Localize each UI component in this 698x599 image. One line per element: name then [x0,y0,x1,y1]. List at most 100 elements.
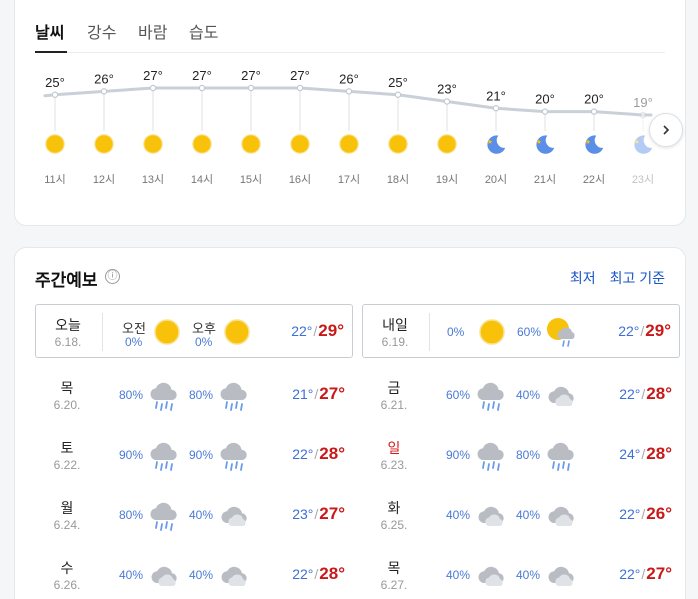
weekly-forecast-card: 주간예보 ⓘ 최저 최고 기준 오늘 6.18. 오전 0% 오후 0% 22°/29° 내일… [14,247,686,599]
low-temperature: 22° [619,386,641,402]
day-date: 6.20. [53,398,81,412]
sun-icon [143,134,163,154]
pm-rain-chance: 90% [189,448,214,462]
day-forecast-9[interactable]: 목 6.27. 40% 40% 22°/27° [362,548,680,599]
cloud-icon [474,558,508,592]
sort-high-link[interactable]: 최고 기준 [610,270,665,286]
low-temperature: 22° [619,506,641,522]
sort-links: 최저 최고 기준 [560,268,665,288]
rain-icon [217,438,251,472]
sun-icon [220,315,254,349]
next-hours-button[interactable] [649,113,683,147]
temperature-point [345,88,353,95]
info-icon[interactable]: ⓘ [105,269,120,284]
high-temperature: 27° [319,384,345,403]
day-forecast-5[interactable]: 일 6.23. 90% 80% 24°/28° [362,428,680,482]
tab-precipitation[interactable]: 강수 [87,19,116,43]
hourly-temperature-label: 26° [339,71,359,86]
hourly-time-label: 18시 [387,174,409,186]
rain-icon [147,438,181,472]
high-temperature: 28° [646,384,672,403]
day-date: 6.25. [380,518,408,532]
day-date: 6.19. [381,335,409,349]
day-forecast-4[interactable]: 토 6.22. 90% 90% 22°/28° [35,428,353,482]
temperature-separator: / [641,386,646,402]
hourly-time-label: 22시 [583,174,605,186]
temperature-range: 23°/27° [292,504,345,524]
hourly-time-label: 14시 [191,174,213,186]
hourly-temperature-label: 27° [290,68,310,83]
hourly-item: 27° 14시 [191,68,213,186]
temperature-point [394,91,402,98]
hourly-item: 27° 16시 [289,68,311,186]
sun-icon [150,315,184,349]
hourly-temperature-label: 20° [584,92,604,107]
hourly-item: 21° 20시 [485,88,507,186]
hourly-temperature-label: 27° [143,68,163,83]
day-date: 6.27. [380,578,408,592]
day-name: 목 [60,380,74,396]
day-name: 금 [387,380,401,396]
high-temperature: 28° [319,444,345,463]
day-forecast-0[interactable]: 오늘 6.18. 오전 0% 오후 0% 22°/29° [35,304,353,358]
pm-rain-chance: 80% [516,448,541,462]
temperature-separator: / [314,506,319,522]
am-rain-chance: 40% [119,568,144,582]
moon-icon [536,135,555,154]
low-temperature: 22° [619,566,641,582]
temperature-separator: / [314,386,319,402]
low-temperature: 24° [619,446,641,462]
hourly-time-label: 21시 [534,174,556,186]
hourly-item: 27° 15시 [240,68,262,186]
temperature-point [149,84,157,92]
hourly-item: 27° 13시 [142,68,164,186]
temperature-point [541,108,549,115]
cloud-icon [474,498,508,532]
day-forecast-7[interactable]: 화 6.25. 40% 40% 22°/26° [362,488,680,542]
day-date: 6.23. [380,458,408,472]
hourly-item: 25° 18시 [387,75,409,186]
rain-icon [217,378,251,412]
day-forecast-3[interactable]: 금 6.21. 60% 40% 22°/28° [362,368,680,422]
sun-icon [475,315,509,349]
sun-icon [94,134,114,154]
tab-weather[interactable]: 날씨 [35,19,64,43]
hourly-time-label: 11시 [44,174,66,186]
day-forecast-6[interactable]: 월 6.24. 80% 40% 23°/27° [35,488,353,542]
hourly-temperature-label: 27° [241,68,261,83]
am-rain-chance: 60% [446,388,471,402]
temperature-range: 22°/28° [292,564,345,584]
rain-icon [474,378,508,412]
pm-rain-chance: 40% [189,508,214,522]
tab-humidity[interactable]: 습도 [189,19,218,43]
day-name: 일 [387,440,401,456]
divider [429,313,430,351]
rain-icon [474,438,508,472]
weekly-title: 주간예보 [35,271,98,290]
day-name: 화 [387,500,401,516]
temperature-range: 22°/28° [292,444,345,464]
hourly-item: 19° 23시 [632,95,654,186]
temperature-range: 24°/28° [619,444,672,464]
temperature-separator: / [641,446,646,462]
day-date: 6.21. [380,398,408,412]
day-forecast-1[interactable]: 내일 6.19. 0% 60% 22°/29° [362,304,680,358]
day-date: 6.24. [53,518,81,532]
sort-low-link[interactable]: 최저 [570,270,596,286]
pm-rain-chance: 80% [189,388,214,402]
high-temperature: 26° [646,504,672,523]
hourly-time-label: 23시 [632,174,654,186]
temperature-point [639,111,647,119]
temperature-separator: / [641,566,646,582]
am-rain-chance: 40% [446,568,471,582]
day-forecast-2[interactable]: 목 6.20. 80% 80% 21°/27° [35,368,353,422]
hourly-temperature-label: 27° [192,68,212,83]
sun-icon [290,134,310,154]
temperature-separator: / [640,323,645,339]
temperature-separator: / [641,506,646,522]
day-forecast-8[interactable]: 수 6.26. 40% 40% 22°/28° [35,548,353,599]
tab-wind[interactable]: 바람 [138,19,167,43]
low-temperature: 22° [291,323,313,339]
sun-icon [437,134,457,154]
high-temperature: 28° [319,564,345,583]
